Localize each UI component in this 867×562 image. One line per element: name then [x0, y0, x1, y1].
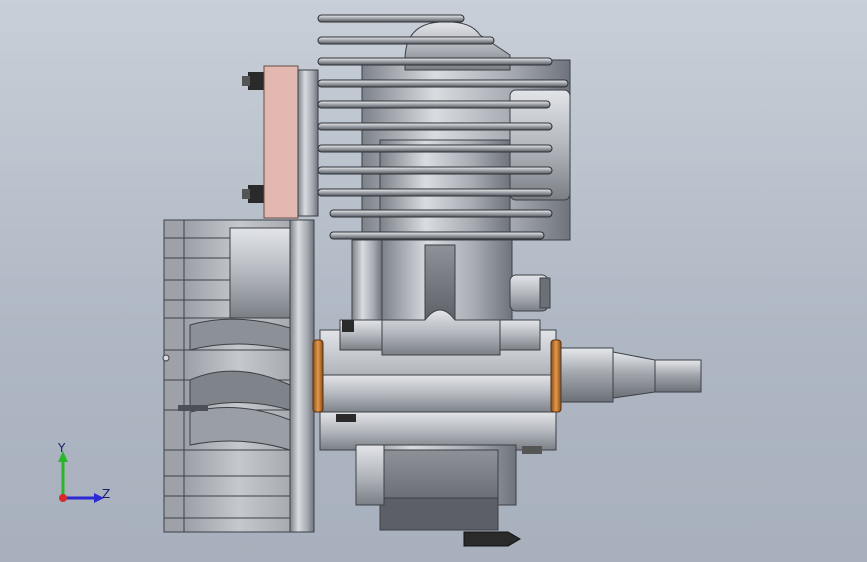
crankcase [319, 309, 557, 454]
x-axis-dot [59, 494, 67, 502]
carburetor-block [242, 65, 319, 219]
z-axis-label: Z [102, 487, 111, 501]
engine-model[interactable] [0, 0, 867, 562]
cylinder-body [361, 21, 571, 241]
exhaust-block [355, 444, 517, 531]
flywheel-fan [162, 219, 315, 533]
cad-viewport[interactable]: Y Z [0, 0, 867, 562]
glow-plug [463, 531, 521, 547]
y-axis-label: Y [58, 441, 66, 455]
output-shaft [560, 347, 702, 403]
